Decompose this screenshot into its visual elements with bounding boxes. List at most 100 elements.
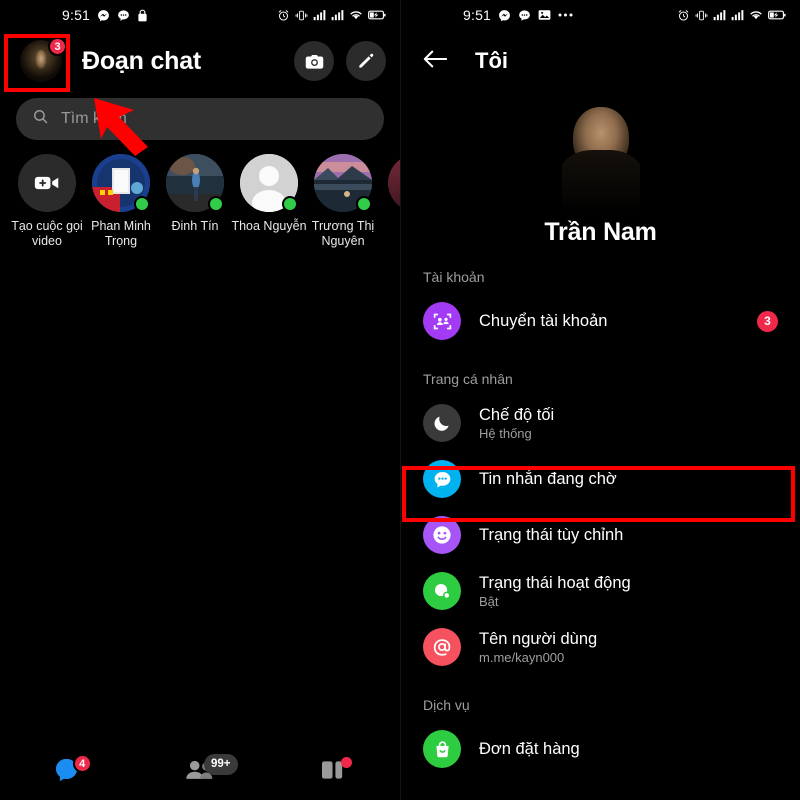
nav-badge-stories <box>341 756 353 768</box>
section-label-services: Dịch vụ <box>423 697 470 713</box>
menu-title: Trạng thái hoạt động <box>479 573 631 592</box>
menu-text: Chế độ tối Hệ thống <box>479 405 554 442</box>
page-title: Đoạn chat <box>82 46 202 75</box>
menu-title: Chuyển tài khoản <box>479 312 608 330</box>
signal-icon <box>331 9 344 21</box>
menu-item-username[interactable]: Tên người dùng m.me/kayn000 <box>401 619 800 675</box>
wifi-icon <box>349 9 363 21</box>
search-icon <box>32 108 49 130</box>
menu-text: Chuyển tài khoản <box>479 311 607 331</box>
story-avatar <box>166 154 224 212</box>
chats-header: 3 Đoạn chat <box>0 30 400 92</box>
bottom-navigation: 4 99+ <box>0 744 400 800</box>
search-input[interactable]: Tìm kiếm <box>61 110 127 128</box>
menu-title: Trạng thái tùy chỉnh <box>479 526 624 544</box>
camera-button[interactable] <box>294 41 334 81</box>
menu-title: Chế độ tối <box>479 405 555 424</box>
story-item-phan-minh-trong[interactable]: Phan Minh Trọng <box>84 154 158 249</box>
section-label-profile: Trang cá nhân <box>423 371 513 387</box>
messenger-icon <box>498 9 511 22</box>
back-arrow-icon[interactable] <box>423 49 448 74</box>
story-item-truong-thi-nguyen[interactable]: Trương Thị Nguyên <box>306 154 380 249</box>
smiley-icon <box>423 516 461 554</box>
nav-item-chats[interactable]: 4 <box>0 754 133 788</box>
story-label: Thoa Nguyễn <box>231 219 307 233</box>
nav-item-people[interactable]: 99+ <box>133 753 266 787</box>
menu-subtitle: m.me/kayn000 <box>479 649 565 665</box>
story-label: Phan Minh Trọng <box>91 219 151 248</box>
image-icon <box>538 9 551 21</box>
menu-item-switch-account[interactable]: Chuyển tài khoản 3 <box>401 293 800 349</box>
vibrate-icon <box>295 9 308 22</box>
menu-item-custom-status[interactable]: Trạng thái tùy chỉnh <box>401 507 800 563</box>
status-time: 9:51 <box>62 7 91 23</box>
status-bar-right: 9:51 <box>401 0 800 30</box>
story-avatar <box>18 154 76 212</box>
menu-text: Trạng thái tùy chỉnh <box>479 525 623 545</box>
shopping-bag-icon <box>423 730 461 768</box>
menu-badge: 3 <box>757 310 778 332</box>
message-dots-icon <box>423 460 461 498</box>
left-panel-chats: 9:51 3 Đoạn chat Tìm kiếm Tạo cuộc gọi v… <box>0 0 400 800</box>
menu-title: Tên người dùng <box>479 629 598 648</box>
nav-item-stories[interactable] <box>267 756 400 787</box>
menu-text: Trạng thái hoạt động Bật <box>479 573 631 610</box>
story-item-partial[interactable] <box>380 154 400 249</box>
story-avatar <box>92 154 150 212</box>
battery-charging-icon <box>368 9 386 21</box>
chat-bubble-icon <box>518 9 531 22</box>
profile-header: Tôi <box>401 30 800 92</box>
wifi-icon <box>749 9 763 21</box>
nav-badge-people: 99+ <box>203 753 238 775</box>
alarm-icon <box>677 9 690 22</box>
battery-charging-icon <box>768 9 786 21</box>
profile-avatar-button[interactable]: 3 <box>20 37 67 82</box>
profile-name: Trần Nam <box>544 218 657 246</box>
search-bar[interactable]: Tìm kiếm <box>16 98 384 140</box>
stories-row[interactable]: Tạo cuộc gọi video Phan Minh Trọng Đinh … <box>0 140 400 249</box>
profile-section: Trần Nam <box>401 92 800 247</box>
avatar-badge: 3 <box>48 37 67 56</box>
story-item-thoa-nguyen[interactable]: Thoa Nguyễn <box>231 154 307 249</box>
story-item-dinh-tin[interactable]: Đinh Tín <box>158 154 232 249</box>
more-dots-icon <box>558 12 573 18</box>
signal-icon <box>713 9 726 21</box>
online-indicator <box>356 196 372 212</box>
menu-item-dark-mode[interactable]: Chế độ tối Hệ thống <box>401 395 800 451</box>
active-status-icon <box>423 572 461 610</box>
signal-icon <box>731 9 744 21</box>
nav-badge-chats: 4 <box>72 754 92 773</box>
menu-item-active-status[interactable]: Trạng thái hoạt động Bật <box>401 563 800 619</box>
page-title: Tôi <box>475 48 508 73</box>
menu-text: Tên người dùng m.me/kayn000 <box>479 629 597 666</box>
menu-title: Tin nhắn đang chờ <box>479 470 617 488</box>
online-indicator <box>134 196 150 212</box>
menu-item-pending-messages[interactable]: Tin nhắn đang chờ <box>401 451 800 507</box>
new-video-call-icon <box>18 154 76 212</box>
moon-icon <box>423 404 461 442</box>
alarm-icon <box>277 9 290 22</box>
story-item-new-video-call[interactable]: Tạo cuộc gọi video <box>10 154 84 249</box>
status-bar-left-group: 9:51 <box>463 7 573 23</box>
online-indicator <box>282 196 298 212</box>
menu-text: Tin nhắn đang chờ <box>479 469 617 489</box>
profile-photo[interactable] <box>561 98 640 210</box>
story-label: Đinh Tín <box>171 219 219 233</box>
status-bar-left-group: 9:51 <box>62 7 148 23</box>
header-actions <box>294 41 386 81</box>
compose-button[interactable] <box>346 41 386 81</box>
section-label-account: Tài khoản <box>423 269 485 285</box>
vibrate-icon <box>695 9 708 22</box>
compose-icon <box>356 51 376 71</box>
lock-icon <box>137 9 148 22</box>
story-label: Trương Thị Nguyên <box>311 219 375 248</box>
menu-text: Đơn đặt hàng <box>479 739 580 759</box>
menu-subtitle: Bật <box>479 593 499 609</box>
right-panel-profile: 9:51 Tôi Trần Nam Tài khoản Chuyển tài k… <box>400 0 800 800</box>
screenshot-root: 9:51 3 Đoạn chat Tìm kiếm Tạo cuộc gọi v… <box>0 0 800 800</box>
camera-icon <box>304 51 325 72</box>
signal-icon <box>313 9 326 21</box>
at-sign-icon <box>423 628 461 666</box>
menu-item-orders[interactable]: Đơn đặt hàng <box>401 721 800 777</box>
story-label: Tạo cuộc gọi video <box>11 219 83 248</box>
